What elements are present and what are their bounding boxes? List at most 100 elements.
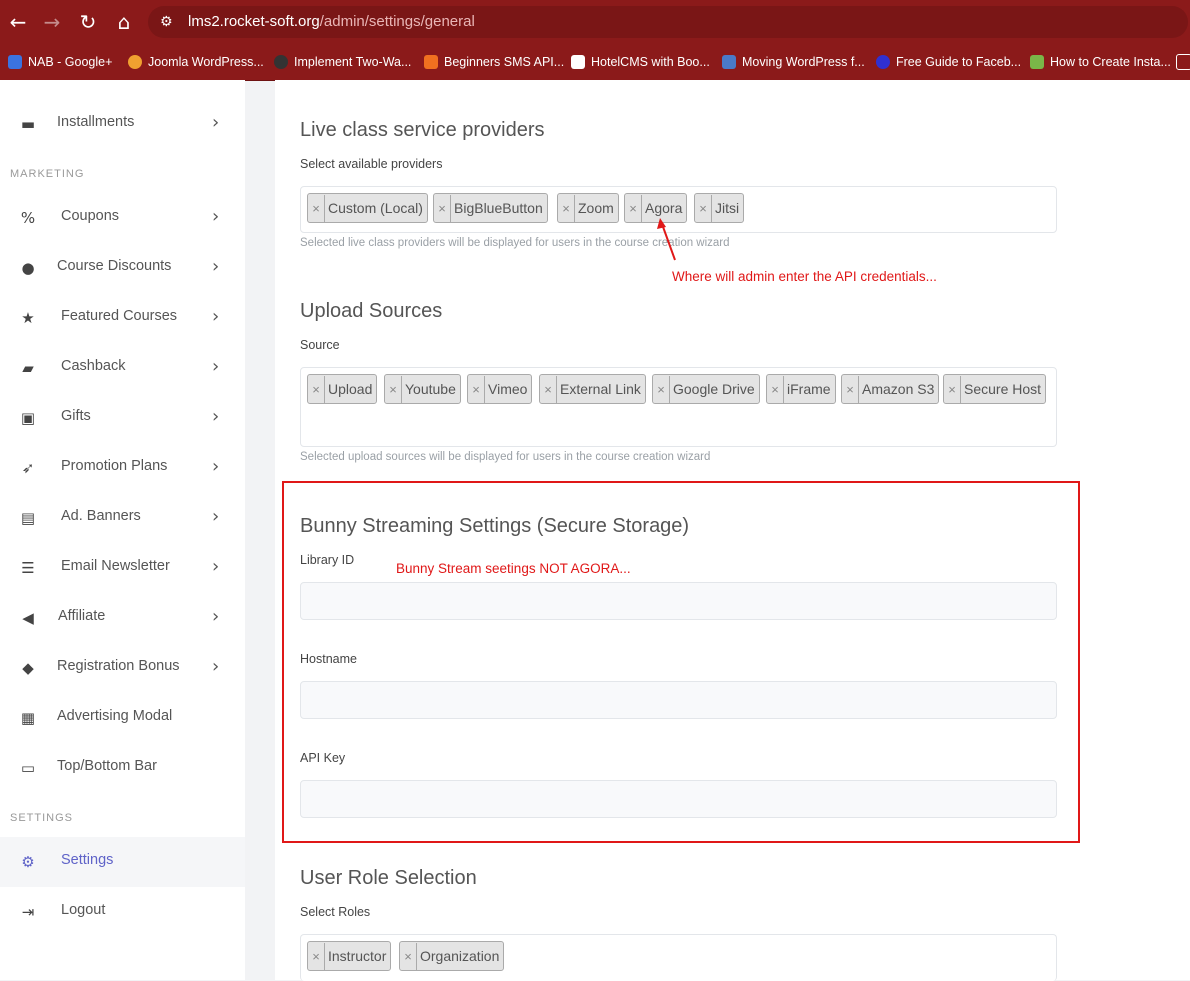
url-text[interactable]: lms2.rocket-soft.org/admin/settings/gene… <box>188 13 475 30</box>
provider-tag[interactable]: × BigBlueButton <box>433 193 548 223</box>
remove-tag-icon[interactable]: × <box>434 195 451 223</box>
fire-icon: ● <box>21 259 35 277</box>
sidebar-item-top-bottom-bar[interactable]: ▭ Top/Bottom Bar <box>0 743 245 793</box>
remove-tag-icon[interactable]: × <box>468 376 485 404</box>
roles-select[interactable]: × Instructor × Organization <box>300 934 1057 981</box>
hostname-input[interactable] <box>300 681 1057 719</box>
remove-tag-icon[interactable]: × <box>558 195 575 223</box>
sidebar-item-coupons[interactable]: % Coupons › <box>0 193 245 243</box>
sidebar-item-ad-banners[interactable]: ▤ Ad. Banners › <box>0 493 245 543</box>
sidebar-item-promotion-plans[interactable]: ➶ Promotion Plans › <box>0 443 245 493</box>
user-role-title: User Role Selection <box>300 867 477 889</box>
folder-icon[interactable] <box>1176 52 1190 72</box>
source-tag[interactable]: × Vimeo <box>467 374 533 404</box>
source-tag[interactable]: × Google Drive <box>652 374 760 404</box>
library-id-label: Library ID <box>300 553 355 567</box>
sidebar-section-settings: SETTINGS <box>10 812 74 824</box>
bookmark-item[interactable]: How to Create Insta... <box>1030 52 1171 72</box>
logout-icon: ⇥ <box>21 903 35 921</box>
sidebar-item-logout[interactable]: ⇥ Logout <box>0 887 245 937</box>
bookmark-item[interactable]: Moving WordPress f... <box>722 52 865 72</box>
address-bar[interactable]: ⚙ lms2.rocket-soft.org/admin/settings/ge… <box>148 6 1188 38</box>
sidebar-item-label: Ad. Banners <box>61 508 141 524</box>
role-tag[interactable]: × Instructor <box>307 941 392 971</box>
sidebar-item-label: Cashback <box>61 358 126 374</box>
sidebar-item-registration-bonus[interactable]: ◆ Registration Bonus › <box>0 643 245 693</box>
forward-arrow-icon[interactable]: → <box>40 10 64 34</box>
sidebar-item-gifts[interactable]: ▣ Gifts › <box>0 393 245 443</box>
bookmark-item[interactable]: Joomla WordPress... <box>128 52 264 72</box>
megaphone-icon: ◀ <box>22 609 34 627</box>
bookmark-item[interactable]: Implement Two-Wa... <box>274 52 411 72</box>
remove-tag-icon[interactable]: × <box>944 376 961 404</box>
provider-tag[interactable]: × Custom (Local) <box>307 193 428 223</box>
bookmark-favicon-icon <box>722 55 736 69</box>
api-key-input[interactable] <box>300 780 1057 818</box>
window-bar-icon: ▭ <box>20 759 36 777</box>
provider-tag[interactable]: × Zoom <box>557 193 619 223</box>
home-icon[interactable]: ⌂ <box>112 10 136 34</box>
money-icon: ▬ <box>20 115 36 133</box>
chevron-right-icon: › <box>212 306 220 327</box>
sidebar: ▬ Installments › MARKETING % Coupons › ●… <box>0 80 245 980</box>
remove-tag-icon[interactable]: × <box>653 376 670 404</box>
chevron-right-icon: › <box>212 256 220 277</box>
sidebar-item-label: Affiliate <box>58 608 106 624</box>
remove-tag-icon[interactable]: × <box>308 376 325 404</box>
chevron-right-icon: › <box>212 456 220 477</box>
sidebar-item-label: Registration Bonus <box>57 658 180 674</box>
live-class-title: Live class service providers <box>300 119 545 141</box>
remove-tag-icon[interactable]: × <box>308 943 325 971</box>
sidebar-item-affiliate[interactable]: ◀ Affiliate › <box>0 593 245 643</box>
site-info-icon[interactable]: ⚙ <box>160 13 178 31</box>
diamond-icon: ◆ <box>22 659 34 677</box>
source-tag[interactable]: × Secure Host <box>943 374 1047 404</box>
remove-tag-icon[interactable]: × <box>767 376 784 404</box>
library-id-input[interactable] <box>300 582 1057 620</box>
source-tag[interactable]: × Upload <box>307 374 378 404</box>
remove-tag-icon[interactable]: × <box>842 376 859 404</box>
star-icon: ★ <box>21 309 35 327</box>
sidebar-item-installments[interactable]: ▬ Installments › <box>0 99 245 149</box>
sidebar-item-advertising-modal[interactable]: ▦ Advertising Modal <box>0 693 245 743</box>
provider-tag[interactable]: × Jitsi <box>694 193 745 223</box>
sidebar-item-email-newsletter[interactable]: ☰ Email Newsletter › <box>0 543 245 593</box>
remove-tag-icon[interactable]: × <box>540 376 557 404</box>
role-tag[interactable]: × Organization <box>399 941 505 971</box>
chevron-right-icon: › <box>212 406 220 427</box>
sidebar-item-label: Settings <box>61 852 114 868</box>
bookmark-favicon-icon <box>8 55 22 69</box>
remove-tag-icon[interactable]: × <box>400 943 417 971</box>
bookmark-folder-icon <box>1176 54 1190 70</box>
source-label: Source <box>300 338 340 352</box>
sidebar-item-label: Course Discounts <box>57 258 172 274</box>
bookmark-item[interactable]: Free Guide to Faceb... <box>876 52 1021 72</box>
remove-tag-icon[interactable]: × <box>308 195 325 223</box>
sidebar-item-featured-courses[interactable]: ★ Featured Courses › <box>0 293 245 343</box>
sidebar-item-label: Top/Bottom Bar <box>57 758 157 774</box>
cogs-icon: ⚙ <box>21 853 35 871</box>
back-arrow-icon[interactable]: ← <box>6 10 30 34</box>
bookmark-item[interactable]: HotelCMS with Boo... <box>571 52 710 72</box>
rocket-icon: ➶ <box>21 459 35 477</box>
source-tag[interactable]: × Amazon S3 <box>841 374 940 404</box>
sidebar-item-course-discounts[interactable]: ● Course Discounts › <box>0 243 245 293</box>
wallet-icon: ▰ <box>22 359 34 377</box>
reload-icon[interactable]: ↻ <box>76 10 100 34</box>
chevron-right-icon: › <box>212 206 220 227</box>
percent-icon: % <box>20 209 36 227</box>
bookmark-item[interactable]: Beginners SMS API... <box>424 52 564 72</box>
source-tag[interactable]: × Youtube <box>384 374 461 404</box>
chevron-right-icon: › <box>212 556 220 577</box>
chevron-right-icon: › <box>212 656 220 677</box>
remove-tag-icon[interactable]: × <box>385 376 402 404</box>
remove-tag-icon[interactable]: × <box>695 195 712 223</box>
annotation-arrow-icon <box>657 218 676 261</box>
sidebar-item-cashback[interactable]: ▰ Cashback › <box>0 343 245 393</box>
upload-sources-select[interactable]: × Upload × Youtube × Vimeo × External Link ×… <box>300 367 1057 447</box>
sidebar-item-settings[interactable]: ⚙ Settings <box>0 837 245 887</box>
source-tag[interactable]: × External Link <box>539 374 646 404</box>
remove-tag-icon[interactable]: × <box>625 195 642 223</box>
bookmark-item[interactable]: NAB - Google+ <box>8 52 112 72</box>
source-tag[interactable]: × iFrame <box>766 374 836 404</box>
